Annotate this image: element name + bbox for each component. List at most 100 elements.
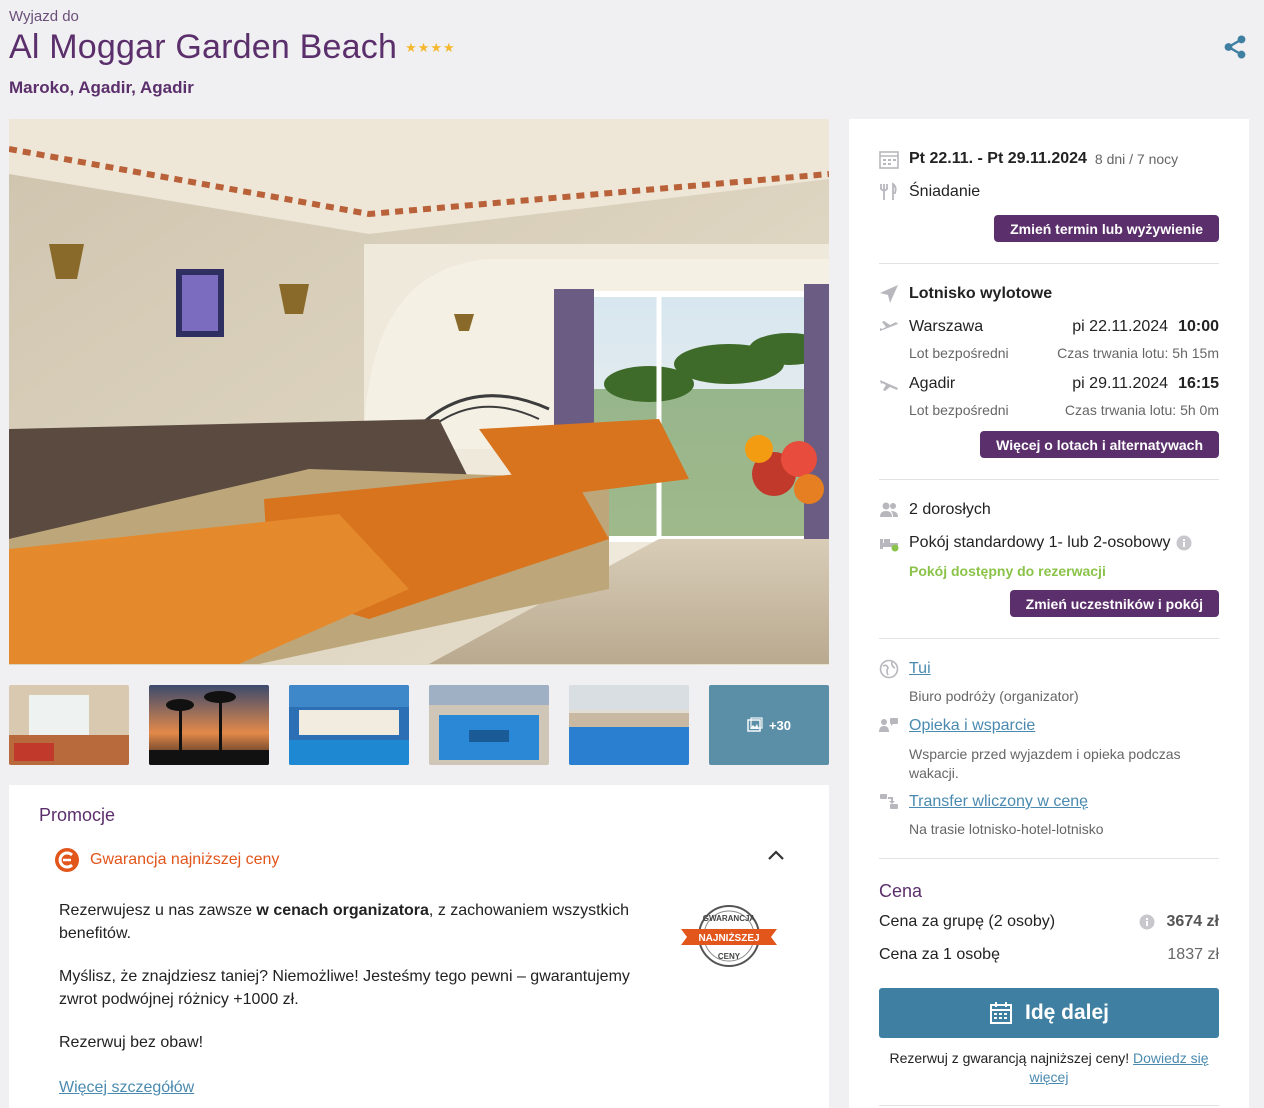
room-status-row: Pokój dostępny do rezerwacji: [879, 563, 1219, 579]
board-row: Śniadanie: [879, 182, 1219, 202]
globe-icon: [879, 659, 899, 679]
room-row: Pokój standardowy 1- lub 2-osobowy: [879, 533, 1219, 553]
svg-text:CENY: CENY: [718, 952, 741, 961]
thumbnail[interactable]: [149, 685, 269, 765]
pre-title: Wyjazd do: [9, 8, 79, 25]
guarantee-title: Gwarancja najniższej ceny: [90, 851, 280, 868]
outbound-flight-row: Warszawa pi 22.11.2024 10:00: [879, 317, 1219, 337]
participants-row: 2 dorosłych: [879, 500, 1219, 520]
group-price-label: Cena za grupę (2 osoby): [879, 913, 1056, 930]
proceed-label: Idę dalej: [1024, 1001, 1110, 1024]
promo-paragraph-3: Rezerwuj bez obaw!: [59, 1034, 204, 1051]
outbound-duration: Czas trwania lotu: 5h 15m: [1057, 345, 1219, 361]
bed-icon: [880, 539, 899, 552]
thumbnail[interactable]: [429, 685, 549, 765]
guarantee-toggle[interactable]: Gwarancja najniższej ceny: [54, 847, 279, 873]
inbound-duration: Czas trwania lotu: 5h 0m: [1064, 402, 1219, 418]
share-icon[interactable]: [1222, 34, 1248, 60]
group-price: 3674 zł: [1166, 913, 1219, 930]
chevron-up-icon[interactable]: [767, 849, 785, 861]
hotel-room-photo: [9, 119, 829, 665]
main-photo[interactable]: [9, 119, 829, 665]
more-details-link[interactable]: Więcej szczegółów: [59, 1079, 194, 1097]
hotel-location: Maroko, Agadir, Agadir: [9, 78, 194, 97]
organizer-link[interactable]: Tui: [909, 660, 931, 678]
proceed-button[interactable]: Idę dalej: [879, 988, 1219, 1038]
person-price-label: Cena za 1 osobę: [879, 946, 1000, 963]
thumbnail[interactable]: [569, 685, 689, 765]
room-type: Pokój standardowy 1- lub 2-osobowy: [909, 534, 1171, 551]
outbound-details-row: Lot bezpośredni Czas trwania lotu: 5h 15…: [879, 345, 1219, 361]
airport-title-row: Lotnisko wylotowe: [879, 284, 1219, 304]
support-link[interactable]: Opieka i wsparcie: [909, 717, 1035, 735]
cutlery-icon: [880, 182, 897, 200]
trip-duration: 8 dni / 7 nocy: [1094, 151, 1179, 167]
outbound-date: pi 22.11.2024: [1072, 318, 1169, 335]
inbound-time: 16:15: [1178, 375, 1219, 392]
divider: [879, 858, 1219, 859]
plane-takeoff-icon: [880, 321, 898, 331]
board-type: Śniadanie: [909, 183, 981, 200]
info-icon[interactable]: [1176, 535, 1192, 551]
thumbnail-strip: +30: [9, 685, 829, 765]
room-status: Pokój dostępny do rezerwacji: [909, 563, 1106, 579]
lowest-price-badge: GWARANCJA NAJNIŻSZEJ CENY: [681, 905, 777, 967]
outbound-type: Lot bezpośredni: [909, 345, 1009, 361]
outbound-time: 10:00: [1178, 318, 1219, 335]
travel-dates: Pt 22.11. - Pt 29.11.2024: [909, 150, 1087, 167]
more-photos-button[interactable]: +30: [709, 685, 829, 765]
organizer-desc: Biuro podróży (organizator): [909, 688, 1079, 704]
divider: [879, 638, 1219, 639]
group-price-row: Cena za grupę (2 osoby) 3674 zł: [879, 913, 1219, 931]
navigation-arrow-icon: [880, 285, 898, 303]
divider: [879, 479, 1219, 480]
info-icon[interactable]: [1139, 914, 1155, 930]
travel-dates-row: Pt 22.11. - Pt 29.11.2024 8 dni / 7 nocy: [879, 149, 1219, 169]
price-heading: Cena: [879, 881, 923, 901]
guarantee-logo-icon: [55, 848, 79, 872]
person-price: 1837 zł: [1167, 946, 1219, 963]
person-price-row: Cena za 1 osobę 1837 zł: [879, 946, 1219, 964]
image-icon: [747, 717, 763, 732]
support-icon: [879, 718, 898, 732]
thumbnail[interactable]: [9, 685, 129, 765]
calendar-icon: [989, 1002, 1012, 1024]
guarantee-footer-text: Rezerwuj z gwarancją najniższej ceny!: [889, 1050, 1130, 1066]
calendar-icon: [879, 151, 899, 169]
change-room-button[interactable]: Zmień uczestników i pokój: [1009, 590, 1219, 617]
inbound-city: Agadir: [909, 375, 956, 392]
flights-info-button[interactable]: Więcej o lotach i alternatywach: [980, 431, 1219, 458]
promotions-panel: Promocje Gwarancja najniższej ceny Rezer…: [9, 785, 829, 1108]
svg-text:GWARANCJA: GWARANCJA: [703, 914, 756, 923]
inbound-type: Lot bezpośredni: [909, 402, 1009, 418]
booking-sidebar: Pt 22.11. - Pt 29.11.2024 8 dni / 7 nocy…: [849, 119, 1249, 1108]
page-title: Al Moggar Garden Beach ★★★★: [9, 28, 456, 67]
airport-title: Lotnisko wylotowe: [909, 285, 1053, 302]
inbound-flight-row: Agadir pi 29.11.2024 16:15: [879, 374, 1219, 394]
more-photos-count: +30: [768, 717, 792, 733]
change-term-button[interactable]: Zmień termin lub wyżywienie: [994, 215, 1219, 242]
star-rating: ★★★★: [405, 39, 456, 55]
divider: [879, 263, 1219, 264]
transfer-row: Transfer wliczony w cenę: [879, 792, 1219, 812]
people-icon: [880, 502, 898, 517]
support-desc: Wsparcie przed wyjazdem i opieka podczas…: [909, 746, 1181, 781]
plane-landing-icon: [880, 380, 898, 391]
photo-gallery: +30: [9, 119, 829, 765]
organizer-row: Tui: [879, 659, 1219, 679]
promotions-heading: Promocje: [39, 805, 116, 825]
inbound-details-row: Lot bezpośredni Czas trwania lotu: 5h 0m: [879, 402, 1219, 418]
promo-paragraph-1: Rezerwujesz u nas zawsze w cenach organi…: [59, 902, 629, 942]
svg-text:NAJNIŻSZEJ: NAJNIŻSZEJ: [698, 931, 759, 944]
transfer-desc: Na trasie lotnisko-hotel-lotnisko: [909, 821, 1104, 837]
hotel-name: Al Moggar Garden Beach: [9, 28, 398, 66]
support-row: Opieka i wsparcie: [879, 716, 1219, 736]
thumbnail[interactable]: [289, 685, 409, 765]
inbound-date: pi 29.11.2024: [1072, 375, 1169, 392]
divider: [879, 1105, 1219, 1106]
page-header: Wyjazd do Al Moggar Garden Beach ★★★★ Ma…: [9, 6, 1264, 106]
outbound-city: Warszawa: [909, 318, 984, 335]
promo-paragraph-2: Myślisz, że znajdziesz taniej? Niemożliw…: [59, 968, 630, 1008]
participants: 2 dorosłych: [909, 501, 991, 518]
transfer-link[interactable]: Transfer wliczony w cenę: [909, 793, 1088, 811]
